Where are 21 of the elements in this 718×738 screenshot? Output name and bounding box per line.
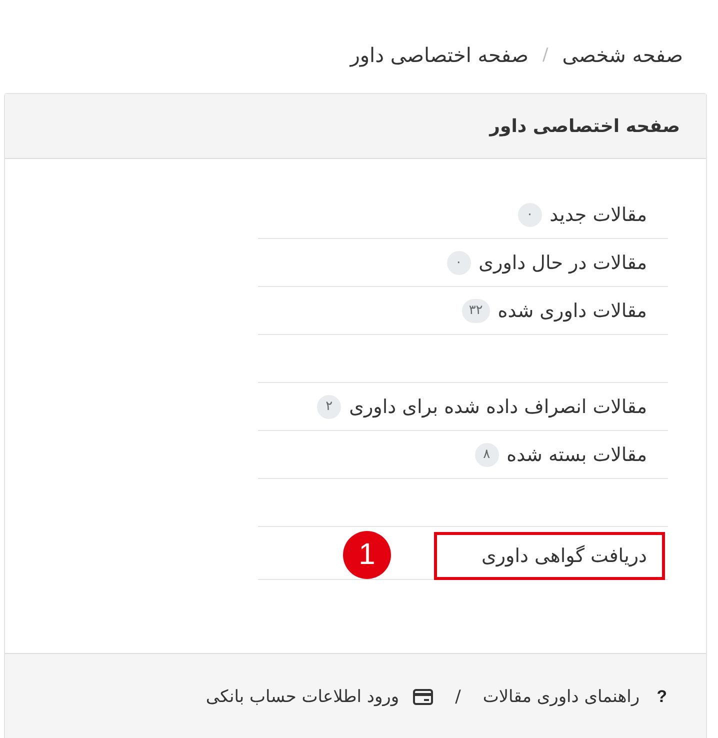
breadcrumb-current: صفحه اختصاصی داور [350,43,528,67]
credit-card-icon [413,689,434,705]
callout-number: 1 [343,531,391,579]
count-badge: ۰ [518,202,542,226]
list-link[interactable]: مقالات داوری شده [498,300,647,322]
footer-link[interactable]: ورود اطلاعات حساب بانکی [206,687,400,707]
list-link[interactable]: مقالات انصراف داده شده برای داوری [349,396,647,418]
breadcrumb-link[interactable]: صفحه شخصی [562,43,683,67]
count-badge: ۰ [446,250,471,274]
list-link[interactable]: دریافت گواهی داوری [482,544,647,566]
list-link[interactable]: مقالات جدید [550,204,647,226]
footer-separator: / [455,687,461,707]
count-badge: ۸ [474,442,499,466]
list-link[interactable]: مقالات در حال داوری [478,252,647,274]
count-badge: ۳۲ [462,298,490,322]
panel-title: صفحه اختصاصی داور [490,116,680,136]
breadcrumb-separator: / [542,45,548,65]
help-icon: ? [656,687,667,707]
footer-link[interactable]: راهنمای داوری مقالات [482,687,640,707]
count-badge: ۲ [317,394,342,418]
list-link[interactable]: مقالات بسته شده [506,444,647,466]
